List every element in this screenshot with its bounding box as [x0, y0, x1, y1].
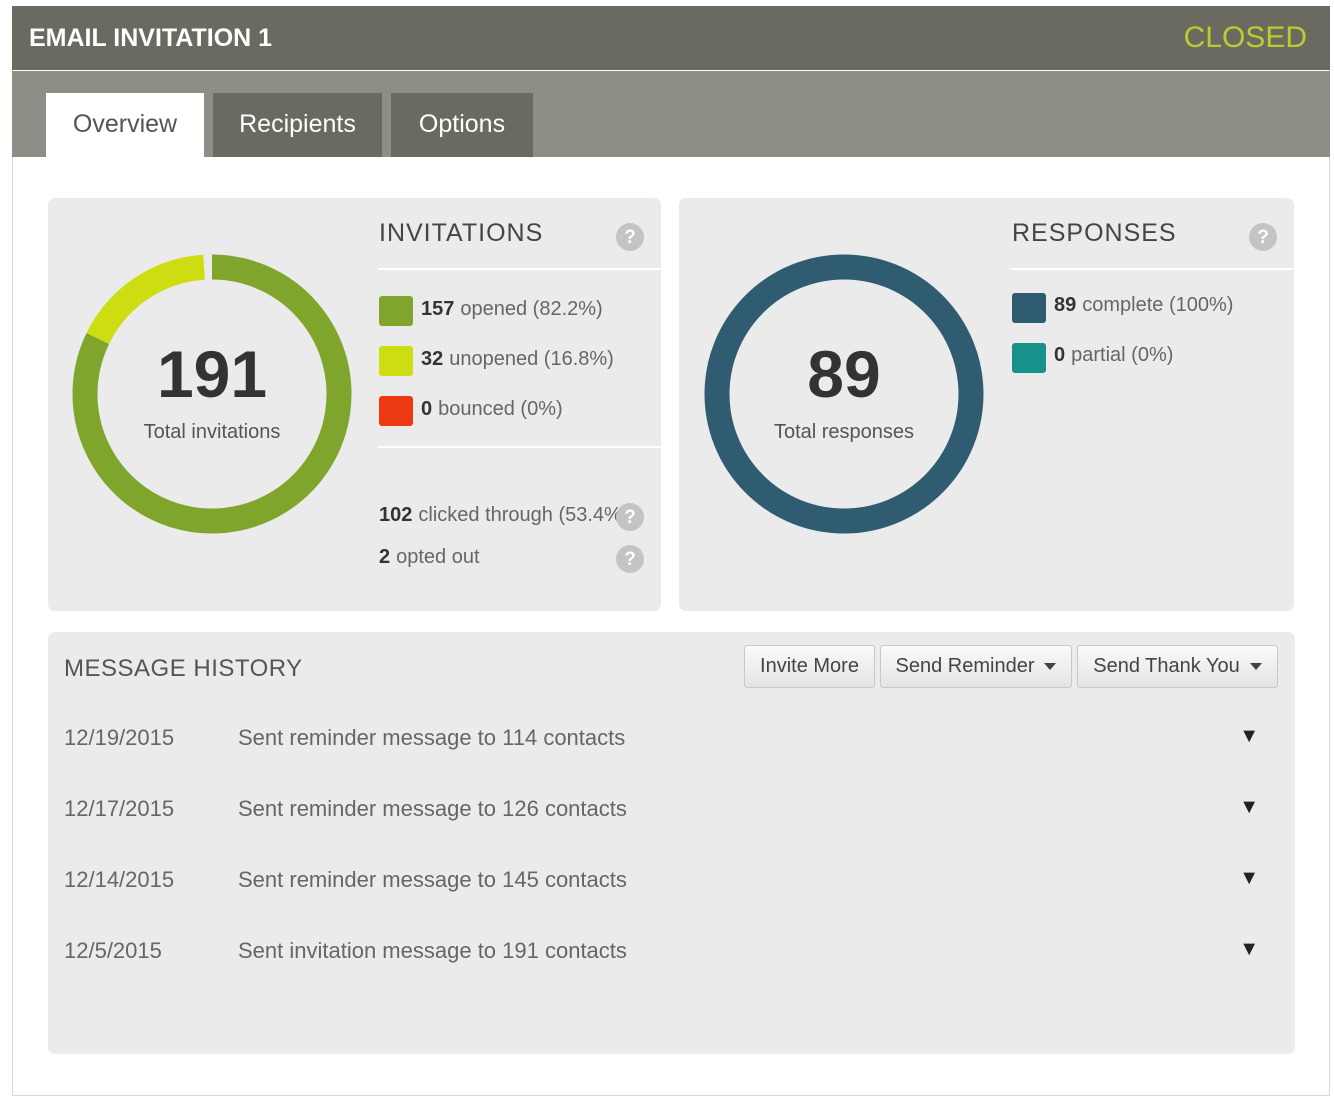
- tab-bar: Overview Recipients Options: [12, 71, 1330, 157]
- total-responses-label: Total responses: [773, 421, 915, 443]
- expand-arrow-icon[interactable]: ▼: [1239, 796, 1259, 819]
- divider: [378, 446, 661, 448]
- history-message: Sent reminder message to 145 contacts: [238, 867, 627, 892]
- responses-help-icon[interactable]: ?: [1249, 223, 1277, 251]
- history-message: Sent reminder message to 126 contacts: [238, 796, 627, 821]
- clicked-help-icon[interactable]: ?: [616, 503, 644, 531]
- complete-swatch: [1012, 293, 1046, 323]
- opened-swatch: [379, 296, 413, 326]
- responses-title: RESPONSES: [1012, 219, 1177, 247]
- bounced-swatch: [379, 396, 413, 426]
- send-reminder-label: Send Reminder: [895, 655, 1035, 677]
- invite-more-button[interactable]: Invite More: [744, 645, 875, 688]
- message-history-title: MESSAGE HISTORY: [64, 655, 303, 682]
- send-thank-you-label: Send Thank You: [1093, 655, 1240, 677]
- responses-card: 89 Total responses RESPONSES ? 89 complet…: [679, 198, 1294, 611]
- total-responses-value: 89: [807, 337, 881, 411]
- history-message: Sent invitation message to 191 contacts: [238, 938, 627, 963]
- divider: [378, 268, 661, 270]
- legend-complete: 89 complete (100%): [1054, 294, 1234, 316]
- history-row[interactable]: 12/19/2015 Sent reminder message to 114 …: [48, 703, 1295, 771]
- invitations-help-icon[interactable]: ?: [616, 223, 644, 251]
- caret-down-icon: [1044, 663, 1057, 671]
- clicked-through-stat: 102 clicked through (53.4%): [379, 504, 629, 526]
- status-label: CLOSED: [1183, 21, 1307, 54]
- unopened-swatch: [379, 346, 413, 376]
- tab-options[interactable]: Options: [391, 93, 533, 157]
- expand-arrow-icon[interactable]: ▼: [1239, 938, 1259, 961]
- legend-opened: 157 opened (82.2%): [421, 298, 603, 320]
- opted-out-stat: 2 opted out: [379, 546, 480, 568]
- caret-down-icon: [1249, 663, 1262, 671]
- legend-partial: 0 partial (0%): [1054, 344, 1174, 366]
- message-history-card: [48, 632, 1295, 1054]
- history-date: 12/14/2015: [64, 867, 175, 892]
- total-invitations-value: 191: [156, 337, 268, 411]
- invitations-title: INVITATIONS: [379, 219, 544, 247]
- tab-overview[interactable]: Overview: [46, 93, 204, 157]
- send-reminder-button[interactable]: Send Reminder: [880, 645, 1072, 688]
- expand-arrow-icon[interactable]: ▼: [1239, 867, 1259, 890]
- legend-bounced: 0 bounced (0%): [421, 398, 563, 420]
- history-date: 12/5/2015: [64, 938, 162, 963]
- invitations-card: 191 Total invitations INVITATIONS ? 157 o…: [48, 198, 661, 611]
- total-invitations-label: Total invitations: [143, 421, 281, 443]
- history-row[interactable]: 12/17/2015 Sent reminder message to 126 …: [48, 774, 1295, 842]
- tab-recipients[interactable]: Recipients: [213, 93, 382, 157]
- history-row[interactable]: 12/14/2015 Sent reminder message to 145 …: [48, 845, 1295, 913]
- send-thank-you-button[interactable]: Send Thank You: [1077, 645, 1278, 688]
- divider: [1011, 268, 1294, 270]
- legend-unopened: 32 unopened (16.8%): [421, 348, 614, 370]
- opted-out-help-icon[interactable]: ?: [616, 545, 644, 573]
- page-title: EMAIL INVITATION 1: [29, 24, 273, 52]
- partial-swatch: [1012, 343, 1046, 373]
- title-bar: EMAIL INVITATION 1 CLOSED: [12, 6, 1330, 70]
- history-date: 12/17/2015: [64, 796, 175, 821]
- history-date: 12/19/2015: [64, 725, 175, 750]
- expand-arrow-icon[interactable]: ▼: [1239, 725, 1259, 748]
- history-row[interactable]: 12/5/2015 Sent invitation message to 191…: [48, 916, 1295, 984]
- donut-segment: [86, 254, 206, 345]
- history-message: Sent reminder message to 114 contacts: [238, 725, 626, 750]
